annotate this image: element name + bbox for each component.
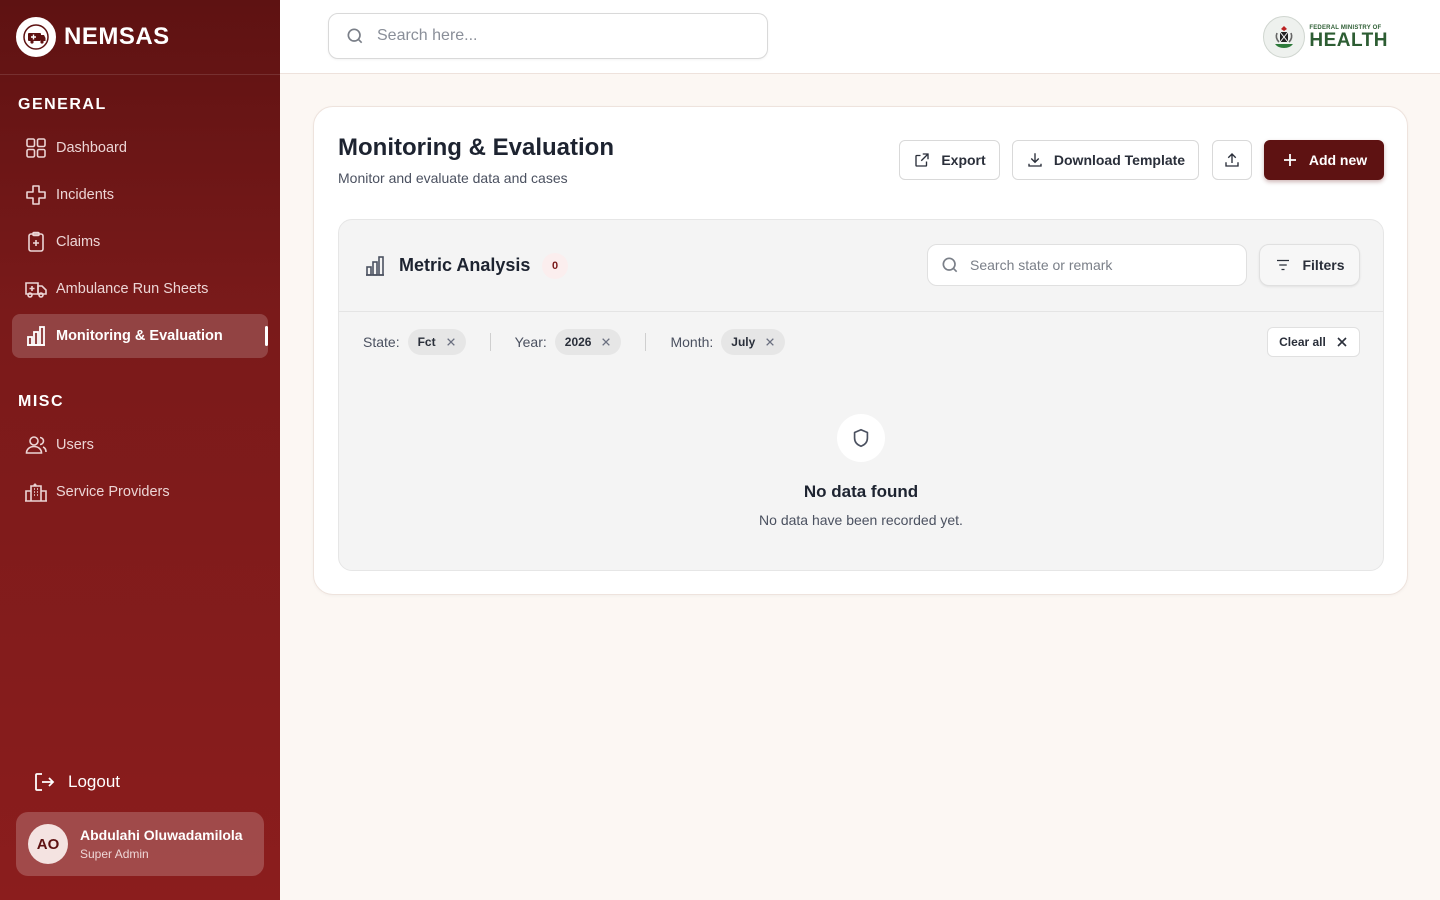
top-header: FEDERAL MINISTRY OF HEALTH bbox=[280, 0, 1440, 74]
close-icon[interactable] bbox=[446, 337, 456, 347]
empty-state-subtitle: No data have been recorded yet. bbox=[759, 512, 963, 528]
add-new-label: Add new bbox=[1308, 152, 1368, 168]
download-template-label: Download Template bbox=[1053, 152, 1186, 168]
building-icon bbox=[25, 483, 47, 502]
external-link-icon bbox=[915, 153, 930, 167]
section-label-misc: MISC bbox=[18, 393, 64, 410]
sidebar-item-users[interactable]: Users bbox=[12, 423, 268, 467]
brand: NEMSAS bbox=[0, 0, 280, 75]
close-icon[interactable] bbox=[765, 337, 775, 347]
sidebar-item-dashboard[interactable]: Dashboard bbox=[12, 126, 268, 170]
sidebar-item-label: Monitoring & Evaluation bbox=[56, 328, 223, 344]
page-subtitle: Monitor and evaluate data and cases bbox=[338, 170, 568, 186]
state-remark-search-input[interactable] bbox=[970, 257, 1240, 273]
state-remark-search[interactable] bbox=[927, 244, 1247, 286]
app-name: NEMSAS bbox=[64, 23, 170, 50]
logout-icon bbox=[35, 773, 55, 791]
bar-chart-icon bbox=[27, 326, 45, 346]
download-template-button[interactable]: Download Template bbox=[1012, 140, 1199, 180]
sidebar-item-label: Incidents bbox=[56, 187, 115, 203]
download-icon bbox=[1028, 153, 1042, 167]
empty-state-title: No data found bbox=[803, 482, 919, 501]
filter-lines-icon bbox=[1277, 259, 1290, 271]
clipboard-plus-icon bbox=[28, 231, 44, 252]
export-label: Export bbox=[941, 152, 986, 168]
add-new-button[interactable]: Add new bbox=[1264, 140, 1384, 180]
plus-icon bbox=[1283, 154, 1296, 166]
logout-label: Logout bbox=[68, 772, 120, 791]
sidebar-item-label: Dashboard bbox=[56, 140, 127, 156]
chip-value: Fct bbox=[417, 335, 436, 349]
export-button[interactable]: Export bbox=[899, 140, 1000, 180]
user-name: Abdulahi Oluwadamilola bbox=[80, 827, 243, 843]
bar-chart-icon bbox=[366, 256, 384, 276]
logout-button[interactable]: Logout bbox=[32, 770, 120, 794]
active-indicator bbox=[265, 326, 268, 346]
panel-header: Metric Analysis 0 Filters bbox=[339, 220, 1383, 312]
filter-chip-year[interactable]: 2026 bbox=[554, 329, 622, 355]
users-icon bbox=[25, 436, 47, 454]
sidebar-item-ambulance-run-sheets[interactable]: Ambulance Run Sheets bbox=[12, 267, 268, 311]
shield-icon bbox=[853, 428, 869, 448]
coat-of-arms-icon bbox=[1263, 16, 1306, 58]
search-icon bbox=[942, 257, 958, 273]
ministry-of-health-logo: FEDERAL MINISTRY OF HEALTH bbox=[1263, 16, 1388, 58]
user-profile-card[interactable]: AO Abdulahi Oluwadamilola Super Admin bbox=[16, 812, 264, 876]
global-search-input[interactable] bbox=[377, 27, 757, 45]
close-icon bbox=[1337, 337, 1347, 347]
panel-title: Metric Analysis bbox=[399, 255, 531, 275]
sidebar: NEMSAS GENERAL Dashboard Incidents Claim… bbox=[0, 0, 280, 900]
sidebar-item-label: Users bbox=[56, 437, 94, 453]
upload-button[interactable] bbox=[1212, 140, 1252, 180]
ministry-big-text: HEALTH bbox=[1309, 29, 1388, 51]
ambulance-icon bbox=[25, 282, 47, 298]
filter-chip-state[interactable]: Fct bbox=[407, 329, 466, 355]
filter-label-month: Month: bbox=[670, 334, 714, 350]
count-badge: 0 bbox=[542, 253, 568, 279]
sidebar-item-label: Ambulance Run Sheets bbox=[56, 281, 209, 297]
ambulance-logo-icon bbox=[23, 24, 49, 50]
upload-icon bbox=[1225, 153, 1239, 167]
clear-all-button[interactable]: Clear all bbox=[1267, 327, 1360, 357]
clear-all-label: Clear all bbox=[1279, 335, 1326, 349]
sidebar-item-service-providers[interactable]: Service Providers bbox=[12, 470, 268, 514]
page-title: Monitoring & Evaluation bbox=[338, 134, 614, 161]
active-filters: State: Fct Year: 2026 Month: July bbox=[363, 328, 786, 356]
chip-value: 2026 bbox=[564, 335, 592, 349]
section-label-general: GENERAL bbox=[18, 96, 107, 113]
user-role: Super Admin bbox=[80, 847, 149, 861]
search-icon bbox=[347, 28, 363, 44]
sidebar-item-monitoring-evaluation[interactable]: Monitoring & Evaluation bbox=[12, 314, 268, 358]
nemsas-logo bbox=[16, 17, 56, 57]
global-search[interactable] bbox=[328, 13, 768, 59]
filter-label-year: Year: bbox=[514, 334, 547, 350]
close-icon[interactable] bbox=[601, 337, 611, 347]
sidebar-item-claims[interactable]: Claims bbox=[12, 220, 268, 264]
chip-value: July bbox=[731, 335, 756, 349]
sidebar-item-label: Service Providers bbox=[56, 484, 170, 500]
avatar: AO bbox=[28, 824, 68, 864]
metric-analysis-panel: Metric Analysis 0 Filters State: Fct Yea… bbox=[338, 219, 1384, 571]
cross-icon bbox=[26, 185, 46, 205]
divider bbox=[489, 333, 491, 351]
empty-state-icon bbox=[837, 414, 885, 462]
filter-label-state: State: bbox=[363, 334, 400, 350]
divider bbox=[645, 333, 647, 351]
grid-icon bbox=[26, 138, 46, 158]
filters-label: Filters bbox=[1302, 257, 1345, 273]
sidebar-item-incidents[interactable]: Incidents bbox=[12, 173, 268, 217]
sidebar-item-label: Claims bbox=[56, 234, 101, 250]
filter-chip-month[interactable]: July bbox=[721, 329, 786, 355]
filters-button[interactable]: Filters bbox=[1259, 244, 1360, 286]
main-card: Monitoring & Evaluation Monitor and eval… bbox=[313, 106, 1408, 595]
